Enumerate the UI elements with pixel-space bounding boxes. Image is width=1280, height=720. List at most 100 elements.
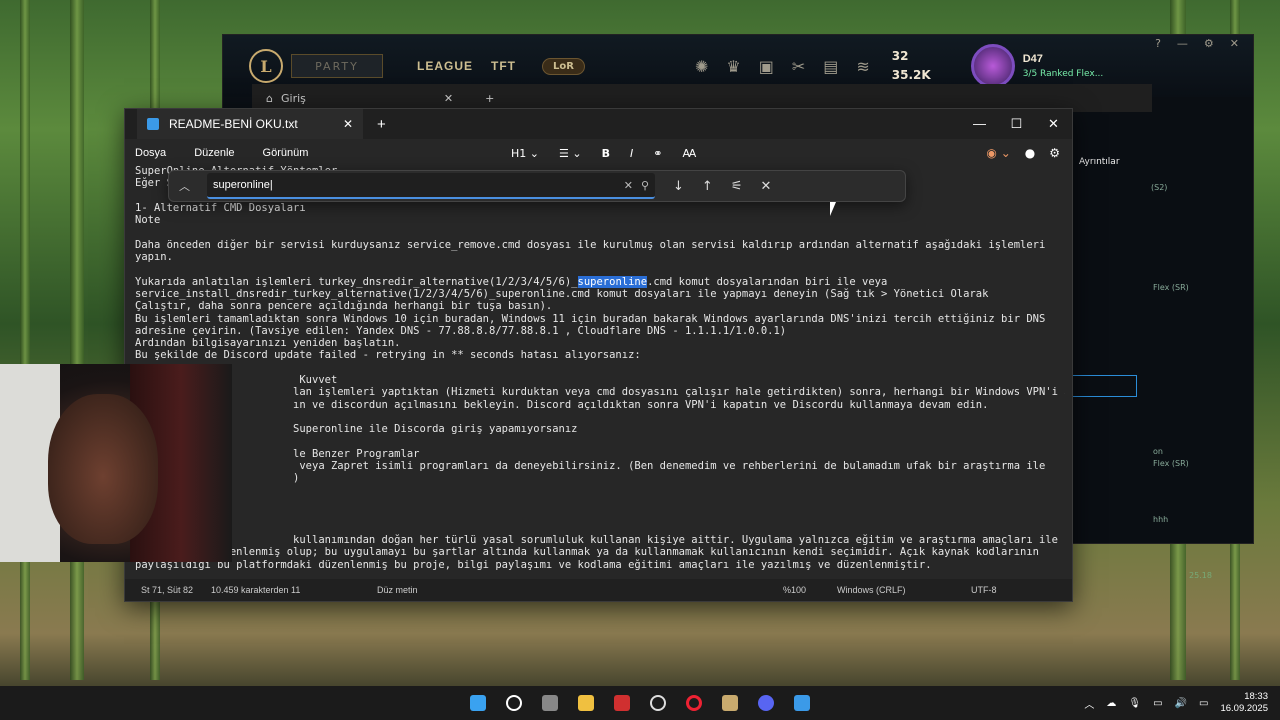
opera-icon[interactable] <box>686 695 702 711</box>
notepad-icon <box>147 118 159 130</box>
copilot-icon[interactable]: ◉ ⌄ <box>986 146 1010 160</box>
new-tab-icon[interactable]: + <box>485 92 494 105</box>
text-line: kullanımından doğan her türlü yasal soru… <box>135 533 1058 546</box>
clear-icon[interactable]: ✕ <box>624 179 633 192</box>
task-view-icon[interactable] <box>542 695 558 711</box>
store-icon[interactable]: ≋ <box>856 57 869 76</box>
discord-icon[interactable] <box>758 695 774 711</box>
onedrive-icon[interactable]: ☁ <box>1106 698 1116 709</box>
text-line: ) <box>293 472 300 485</box>
search-icon[interactable] <box>506 695 522 711</box>
clock[interactable]: 18:33 16.09.2025 <box>1220 691 1268 715</box>
close-tab-icon[interactable]: ✕ <box>444 92 453 105</box>
close-tab-icon[interactable]: ✕ <box>343 117 353 131</box>
party-button[interactable]: PARTY <box>291 54 383 78</box>
expand-replace-icon[interactable]: ︿ <box>179 178 207 194</box>
clash-icon[interactable]: ✺ <box>695 57 708 76</box>
text-line: Çalıştır, daha sonra pencere açıldığında… <box>135 300 553 313</box>
details-label[interactable]: Ayrıntılar <box>1079 157 1120 167</box>
text-editor[interactable]: SuperOnline Alternatif YöntemlerEğer Sup… <box>135 165 1065 577</box>
text-line <box>135 436 1065 448</box>
list-dropdown[interactable]: ☰ ⌄ <box>559 147 582 160</box>
minimize-icon[interactable]: — <box>1177 37 1188 50</box>
side-item: on <box>1153 447 1163 456</box>
start-icon[interactable] <box>470 695 486 711</box>
close-icon[interactable]: ✕ <box>1035 116 1072 132</box>
text-line <box>135 362 1065 374</box>
text-line <box>135 485 1065 497</box>
clear-format-icon[interactable]: Ꜳ <box>682 147 696 160</box>
nav-tft[interactable]: TFT <box>491 59 516 73</box>
social-panel: Ayrıntılar (S2) Flex (SR) on Flex (SR) h… <box>1071 97 1253 580</box>
text-line: lan işlemleri yaptıktan (Hizmeti kurdukt… <box>135 386 1065 399</box>
maximize-icon[interactable]: ☐ <box>998 116 1035 132</box>
browser-tab-title[interactable]: Giriş <box>281 92 306 105</box>
menu-file[interactable]: Dosya <box>135 147 166 159</box>
loot-icon[interactable]: ✂ <box>792 57 805 76</box>
profile-status: 3/5 Ranked Flex... <box>1022 69 1104 79</box>
notepad-icon[interactable] <box>794 695 810 711</box>
text-line: Bu işlemleri tamamladıktan sonra Windows… <box>135 312 1046 325</box>
text-line: ın ve discordun açılmasını bekleyin. Dis… <box>135 398 989 411</box>
network-icon[interactable]: ▭ <box>1153 698 1162 709</box>
status-bar: St 71, Süt 82 10.459 karakterden 11 Düz … <box>125 579 1072 601</box>
find-next-icon[interactable]: ↓ <box>673 179 684 194</box>
text-line: Bu şekilde de Discord update failed - re… <box>135 349 641 362</box>
text-line: service_install_dnsredir_turkey_alternat… <box>135 287 989 300</box>
text-line: yazılmış ve düzenlenmiş olup; bu uygulam… <box>135 546 1039 559</box>
text-line <box>135 226 1065 238</box>
account-icon[interactable]: ● <box>1025 146 1035 160</box>
league-icon[interactable] <box>722 695 738 711</box>
volume-icon[interactable]: 🔊 <box>1175 698 1187 709</box>
zoom-level[interactable]: %100 <box>783 585 837 595</box>
text-line-highlighted: Yukarıda anlatılan işlemleri turkey_dnsr… <box>135 275 888 288</box>
find-options-icon[interactable]: ⚟ <box>731 179 743 194</box>
close-icon[interactable]: ✕ <box>1230 37 1239 50</box>
side-time: 25.18 <box>1189 571 1212 580</box>
tab-readme[interactable]: README-BENİ OKU.txt ✕ <box>137 109 363 139</box>
settings-icon[interactable]: ⚙ <box>1204 37 1214 50</box>
text-line: 1- Alternatif CMD Dosyaları <box>135 201 306 214</box>
help-icon[interactable]: ? <box>1155 37 1161 50</box>
background <box>70 0 84 680</box>
text-line: Daha önceden diğer bir servisi kurduysan… <box>135 238 1046 251</box>
lor-button[interactable]: LoR <box>542 57 585 75</box>
text-line: veya Zapret isimli programları da deneye… <box>135 460 1046 473</box>
settings-icon[interactable]: ⚙ <box>1049 146 1060 160</box>
text-type: Düz metin <box>377 585 418 595</box>
text-line: yapın. <box>135 251 173 264</box>
selection-count: 10.459 karakterden 11 <box>211 585 301 595</box>
chatgpt-icon[interactable] <box>650 695 666 711</box>
collection-icon[interactable]: ▣ <box>759 57 774 76</box>
search-input[interactable]: superonline | ✕ ⚲ <box>207 173 655 199</box>
search-icon[interactable]: ⚲ <box>641 179 649 192</box>
nav-league[interactable]: LEAGUE <box>417 59 473 73</box>
microphone-icon[interactable]: 🎙 <box>1128 698 1141 709</box>
find-previous-icon[interactable]: ↑ <box>702 179 713 194</box>
side-item: (S2) <box>1151 183 1168 192</box>
italic-button[interactable]: I <box>630 147 633 160</box>
heading-dropdown[interactable]: H1 ⌄ <box>511 147 539 160</box>
menu-edit[interactable]: Düzenle <box>194 147 234 159</box>
close-find-icon[interactable]: ✕ <box>760 179 771 194</box>
avatar[interactable] <box>970 44 1015 88</box>
new-tab-icon[interactable]: + <box>377 116 386 133</box>
app-icon[interactable] <box>614 695 630 711</box>
webcam-overlay <box>0 364 232 562</box>
selected-friend[interactable] <box>1071 375 1137 397</box>
battery-icon[interactable]: ▭ <box>1199 698 1208 709</box>
menu-view[interactable]: Görünüm <box>263 147 309 159</box>
league-logo[interactable]: L <box>249 49 283 83</box>
profile-icon[interactable]: ▤ <box>823 57 838 76</box>
taskbar: ︿ ☁ 🎙 ▭ 🔊 ▭ 18:33 16.09.2025 <box>0 686 1280 720</box>
text-line <box>135 263 1065 275</box>
file-explorer-icon[interactable] <box>578 695 594 711</box>
find-bar: ︿ superonline | ✕ ⚲ ↓ ↑ ⚟ ✕ <box>168 170 906 202</box>
events-icon[interactable]: ♛ <box>726 57 740 76</box>
link-icon[interactable]: ⚭ <box>653 147 662 160</box>
bold-button[interactable]: B <box>602 147 610 160</box>
cursor-position: St 71, Süt 82 <box>141 585 194 595</box>
chevron-up-icon[interactable]: ︿ <box>1084 696 1094 711</box>
minimize-icon[interactable]: — <box>961 116 998 132</box>
text-line: Superonline ile Discorda giriş yapamıyor… <box>135 423 578 436</box>
